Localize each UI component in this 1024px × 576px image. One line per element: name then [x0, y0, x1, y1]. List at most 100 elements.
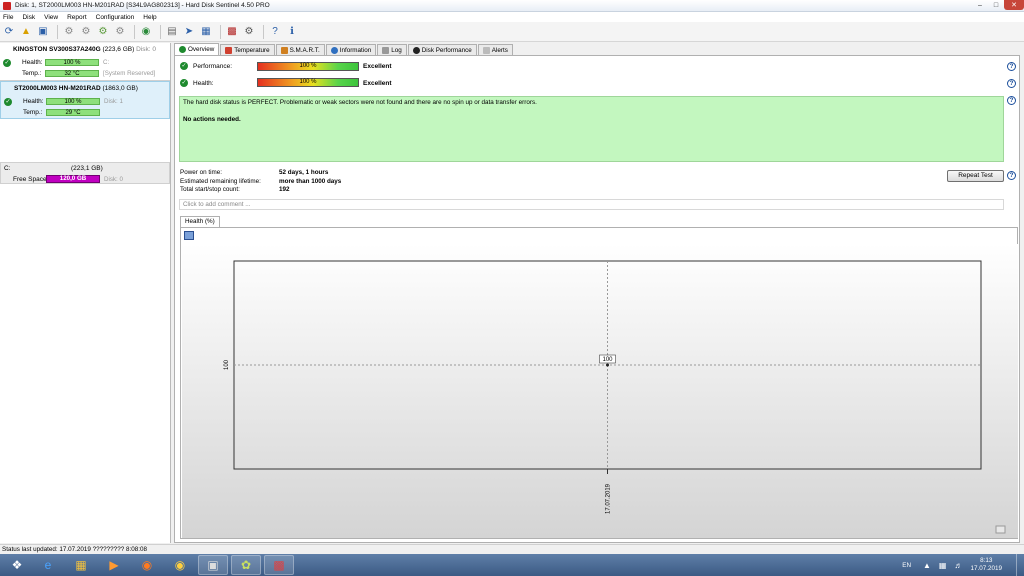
app-icon-1[interactable]: ▣ — [198, 555, 228, 575]
tool-icon-2[interactable]: ⚙ — [79, 25, 93, 39]
performance-rating: Excellent — [363, 63, 392, 70]
alerts-icon — [482, 46, 490, 54]
language-indicator[interactable]: EN — [902, 562, 911, 569]
comment-input[interactable]: Click to add comment ... — [179, 199, 1004, 210]
x-tick-label: 17.07.2019 — [606, 483, 612, 514]
menu-file[interactable]: File — [3, 14, 13, 21]
tab-log[interactable]: Log — [377, 44, 407, 55]
system-reserved-note: [System Reserved] — [103, 70, 156, 77]
toolbar: ⟳ ▲ ▣ ⚙ ⚙ ⚙ ⚙ ◉ ▤ ➤ ▦ ▩ ⚙ ? ℹ — [0, 22, 1024, 42]
refresh-icon[interactable]: ⟳ — [2, 25, 16, 39]
report-icon[interactable]: ▤ — [165, 25, 179, 39]
tool-icon-1[interactable]: ⚙ — [62, 25, 76, 39]
data-point — [606, 363, 609, 367]
volume-note: C: — [103, 59, 110, 66]
globe-icon[interactable]: ◉ — [139, 25, 153, 39]
disk-number: Disk: 0 — [136, 46, 156, 53]
menu-configuration[interactable]: Configuration — [96, 14, 135, 21]
volume-item-c[interactable]: C: (223,1 GB) Free Space 120,0 GB Disk: … — [0, 162, 170, 184]
disk-number-note: Disk: 1 — [104, 98, 123, 105]
disk-name: KINGSTON SV300S37A240G — [13, 46, 101, 53]
tab-information[interactable]: Information — [325, 44, 377, 55]
tab-smart[interactable]: S.M.A.R.T. — [275, 44, 325, 55]
startstop-label: Total start/stop count: — [180, 186, 240, 193]
free-space-label: Free Space — [13, 176, 47, 183]
disk-item-kingston[interactable]: KINGSTON SV300S37A240G (223,6 GB) Disk: … — [0, 43, 170, 81]
status-bar: Status last updated: 17.07.2019 ????????… — [0, 544, 1024, 554]
help-icon[interactable]: ? — [1007, 96, 1016, 105]
y-tick-label: 100 — [224, 359, 230, 370]
app-icon — [3, 1, 11, 10]
repeat-test-button[interactable]: Repeat Test — [947, 170, 1004, 182]
lifetime-label: Estimated remaining lifetime: — [180, 178, 261, 185]
help-icon[interactable]: ? — [1007, 79, 1016, 88]
tab-alerts[interactable]: Alerts — [477, 44, 513, 55]
status-text: The hard disk status is PERFECT. Problem… — [183, 99, 537, 106]
chart-icon[interactable]: ▩ — [225, 25, 239, 39]
help-icon[interactable]: ? — [1007, 62, 1016, 71]
menu-help[interactable]: Help — [143, 14, 156, 21]
clock-time: 8:13 — [980, 557, 993, 564]
ok-check-icon: ✓ — [3, 59, 11, 67]
show-desktop-button[interactable] — [1016, 554, 1024, 576]
app-icon-2[interactable]: ✿ — [231, 555, 261, 575]
tab-bar: Overview Temperature S.M.A.R.T. Informat… — [174, 43, 514, 55]
tray-arrow-icon[interactable]: ▲ — [923, 561, 931, 570]
health-chart-frame: 100 17.07.2019 100 — [180, 227, 1018, 539]
power-on-value: 52 days, 1 hours — [279, 169, 329, 176]
volume-size: (223,1 GB) — [71, 165, 103, 172]
thermometer-icon — [225, 46, 233, 54]
title-bar: Disk: 1, ST2000LM003 HN-M201RAD [S34L9AG… — [0, 0, 1024, 12]
volume-tray-icon[interactable]: ♬ — [954, 561, 962, 570]
menu-view[interactable]: View — [44, 14, 58, 21]
health-chart: 100 17.07.2019 100 — [182, 244, 1018, 538]
smart-icon — [280, 46, 288, 54]
health-ok-icon: ✓ — [180, 79, 188, 87]
power-on-label: Power on time: — [180, 169, 222, 176]
help-icon[interactable]: ? — [268, 25, 282, 39]
tool-icon-3[interactable]: ⚙ — [96, 25, 110, 39]
taskbar: ❖ e ▦ ▶ ◉ ◉ ▣ ✿ ▩ EN ▲ ▦ ♬ 8:13 17.07.20… — [0, 554, 1024, 576]
temp-label: Temp.: — [23, 109, 43, 116]
disk-size: (1863,0 GB) — [102, 85, 138, 92]
status-message-box: The hard disk status is PERFECT. Problem… — [179, 96, 1004, 162]
ok-check-icon: ✓ — [4, 98, 12, 106]
folder-icon[interactable]: ▦ — [66, 555, 96, 575]
tab-overview[interactable]: Overview — [174, 43, 220, 55]
menu-report[interactable]: Report — [67, 14, 87, 21]
menu-disk[interactable]: Disk — [22, 14, 35, 21]
alert-icon[interactable]: ▲ — [19, 25, 33, 39]
actions-text: No actions needed. — [183, 116, 241, 123]
performance-label: Performance: — [193, 63, 233, 70]
volume-disk: Disk: 0 — [104, 176, 123, 183]
health-bar: 100 % — [45, 59, 99, 66]
send-icon[interactable]: ➤ — [182, 25, 196, 39]
media-player-icon[interactable]: ▶ — [99, 555, 129, 575]
chrome-icon[interactable]: ◉ — [165, 555, 195, 575]
tab-disk-performance[interactable]: Disk Performance — [407, 44, 477, 55]
tab-temperature[interactable]: Temperature — [220, 44, 275, 55]
health-bar: 100 % — [46, 98, 100, 105]
help-icon[interactable]: ? — [1007, 171, 1016, 180]
overview-panel: ✓ Performance: 100 % Excellent ? ✓ Healt… — [174, 55, 1020, 543]
chart-scroll-handle[interactable] — [995, 525, 1006, 534]
close-button[interactable]: ✕ — [1004, 0, 1024, 10]
tab-health-percent[interactable]: Health (%) — [180, 216, 220, 227]
network-icon[interactable]: ▦ — [199, 25, 213, 39]
firefox-icon[interactable]: ◉ — [132, 555, 162, 575]
minimize-button[interactable]: – — [972, 0, 988, 10]
ie-icon[interactable]: e — [33, 555, 63, 575]
tool-icon-4[interactable]: ⚙ — [113, 25, 127, 39]
settings-icon[interactable]: ⚙ — [242, 25, 256, 39]
hard-disk-sentinel-taskbar-icon[interactable]: ▩ — [264, 555, 294, 575]
disk-item-st2000[interactable]: ST2000LM003 HN-M201RAD (1863,0 GB) ✓ Hea… — [0, 81, 170, 119]
clock[interactable]: 8:13 17.07.2019 — [970, 557, 1002, 573]
start-button[interactable]: ❖ — [4, 555, 30, 575]
network-tray-icon[interactable]: ▦ — [939, 561, 947, 570]
startstop-value: 192 — [279, 186, 290, 193]
maximize-button[interactable]: □ — [988, 0, 1004, 10]
monitor-icon[interactable]: ▣ — [36, 25, 50, 39]
info-icon[interactable]: ℹ — [285, 25, 299, 39]
log-icon — [382, 46, 390, 54]
temp-bar: 29 °C — [46, 109, 100, 116]
